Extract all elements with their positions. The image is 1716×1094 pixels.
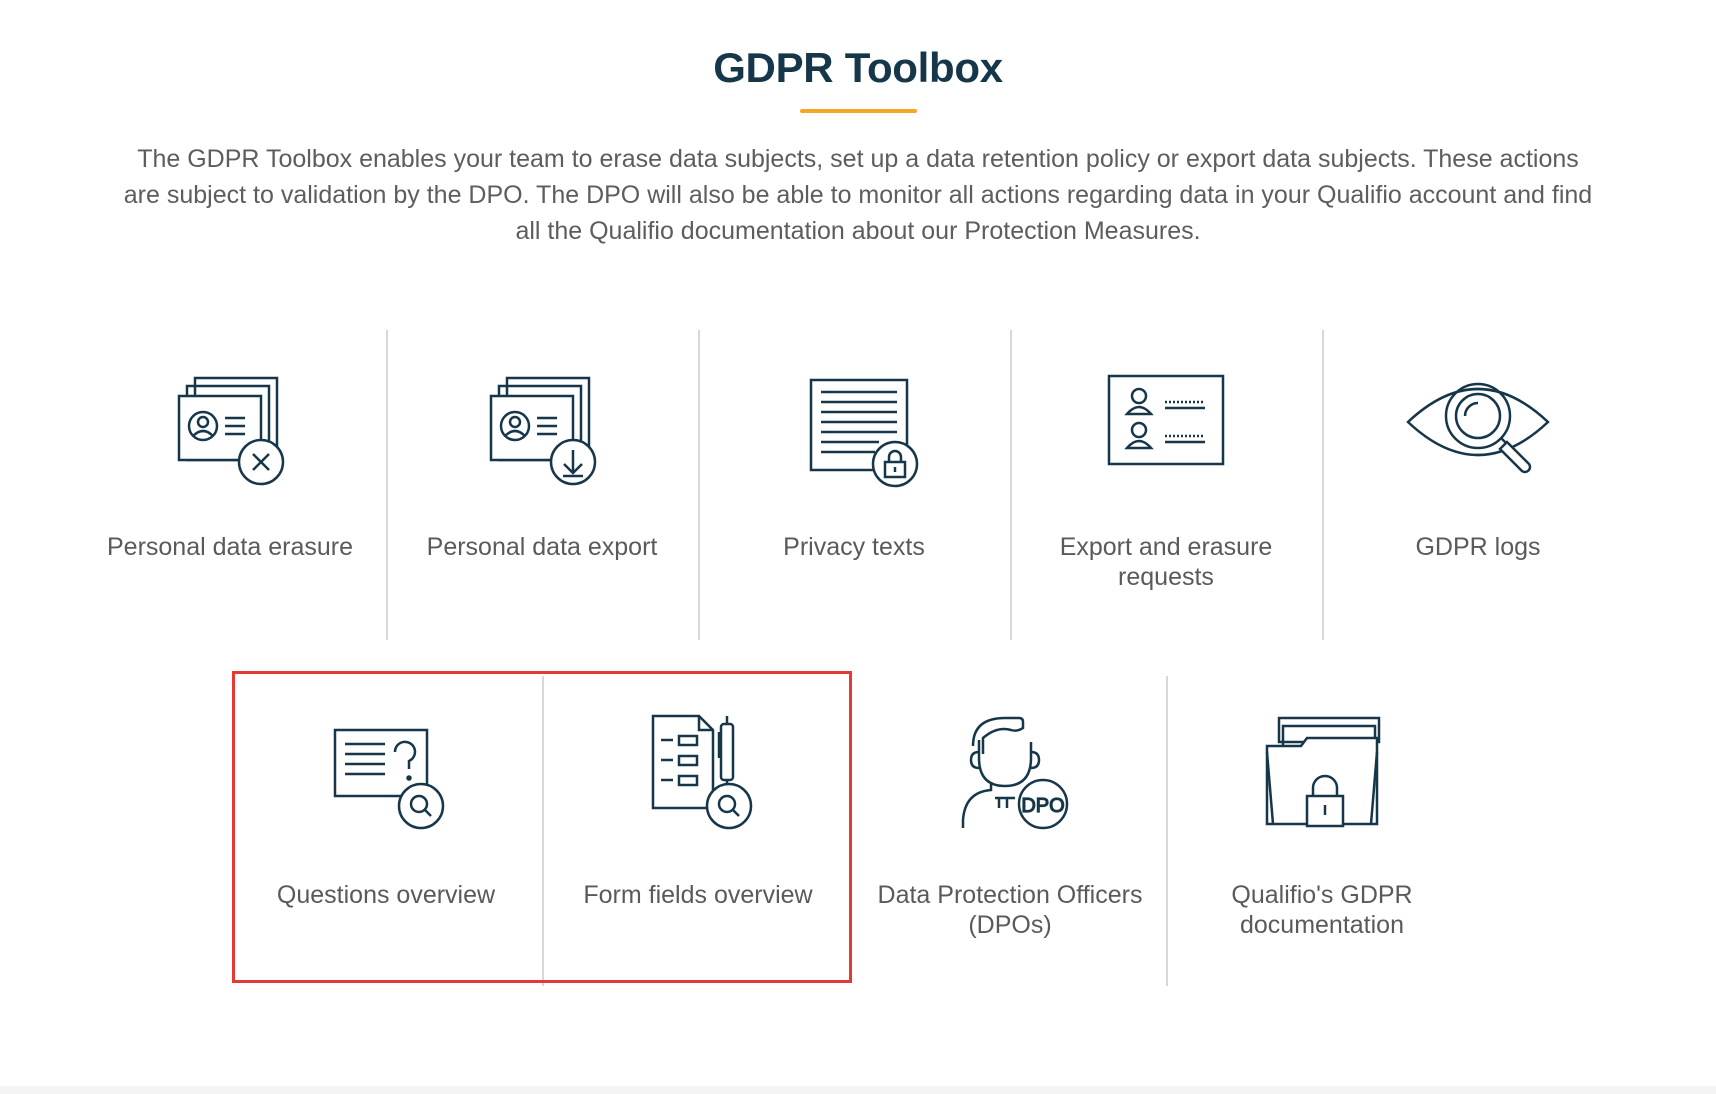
tile-label: Personal data export xyxy=(426,533,658,561)
dpo-person-icon: DPO xyxy=(854,712,1166,852)
tile-label: Questions overview xyxy=(276,881,496,909)
gdpr-toolbox-page: GDPR Toolbox The GDPR Toolbox enables yo… xyxy=(0,0,1716,1094)
tile-dpo[interactable]: DPO Data Protection Officers (DPOs) xyxy=(854,716,1166,978)
tile-personal-data-erasure[interactable]: Personal data erasure xyxy=(74,370,386,630)
tile-label: Data Protection Officers (DPOs) xyxy=(877,881,1143,939)
tile-gdpr-documentation[interactable]: Qualifio's GDPR documentation xyxy=(1166,716,1478,978)
tile-label: Form fields overview xyxy=(583,881,813,909)
id-cards-download-icon xyxy=(386,370,698,510)
form-pen-search-icon xyxy=(542,710,854,850)
tile-export-erasure-requests[interactable]: Export and erasure requests xyxy=(1010,370,1322,630)
tile-gdpr-logs[interactable]: GDPR logs xyxy=(1322,370,1634,630)
tile-label: GDPR logs xyxy=(1415,533,1541,561)
eye-magnifier-icon xyxy=(1322,370,1634,510)
tile-questions-overview[interactable]: Questions overview xyxy=(230,718,542,978)
document-lock-icon xyxy=(698,370,1010,510)
users-list-card-icon xyxy=(1010,370,1322,510)
intro-text: The GDPR Toolbox enables your team to er… xyxy=(123,145,1593,245)
folder-lock-icon xyxy=(1166,712,1478,852)
tile-personal-data-export[interactable]: Personal data export xyxy=(386,370,698,630)
title-underline xyxy=(800,109,917,113)
id-cards-erase-icon xyxy=(74,370,386,510)
tile-label: Privacy texts xyxy=(783,533,925,561)
tile-label: Personal data erasure xyxy=(107,533,353,561)
page-title: GDPR Toolbox xyxy=(713,44,1003,91)
tile-label: Qualifio's GDPR documentation xyxy=(1231,881,1413,939)
question-card-search-icon xyxy=(230,718,542,858)
tile-form-fields-overview[interactable]: Form fields overview xyxy=(542,714,854,978)
svg-text:DPO: DPO xyxy=(1021,795,1064,817)
tile-privacy-texts[interactable]: Privacy texts xyxy=(698,370,1010,630)
tile-label: Export and erasure requests xyxy=(1059,533,1273,591)
footer-strip xyxy=(0,1086,1716,1094)
